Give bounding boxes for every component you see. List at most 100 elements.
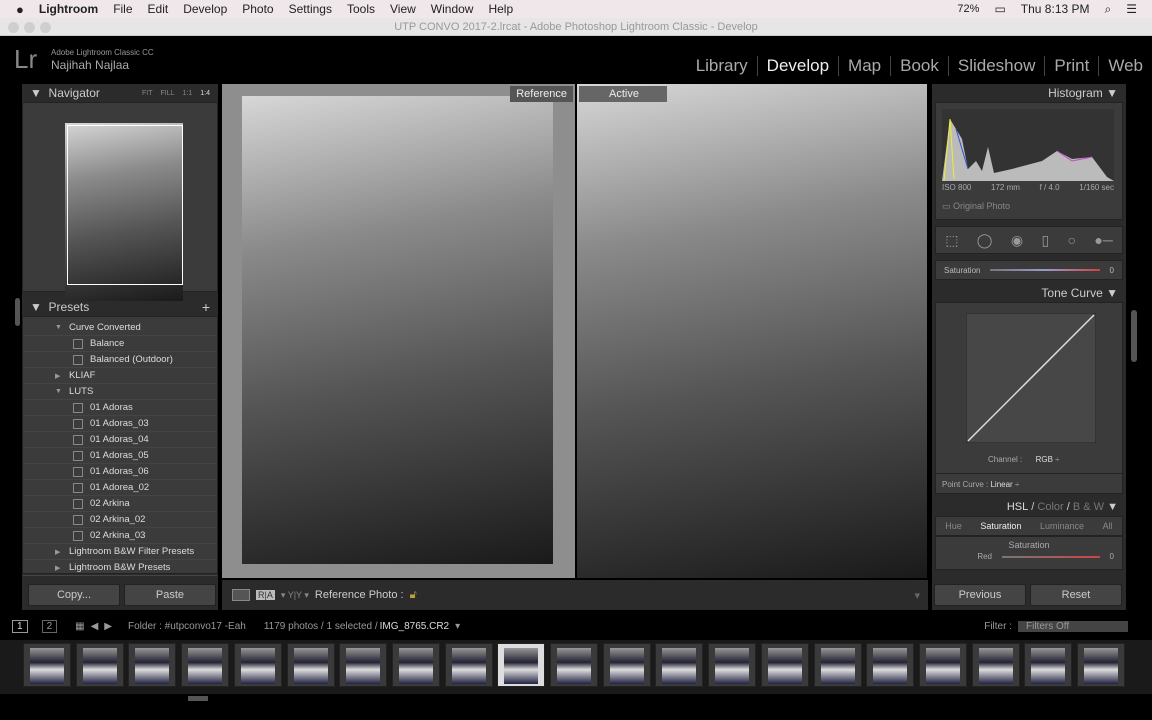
module-library[interactable]: Library	[687, 56, 757, 76]
preset-folder[interactable]: ▶ KLIAF	[23, 368, 217, 384]
right-panel-scrollbar[interactable]	[1131, 310, 1137, 362]
module-book[interactable]: Book	[890, 56, 948, 76]
filmstrip-thumbnail[interactable]	[339, 643, 388, 687]
disclosure-closed-icon[interactable]: ▶	[55, 548, 69, 556]
navigator-preview[interactable]	[22, 102, 218, 301]
hsl-red-slider[interactable]	[1002, 555, 1100, 558]
filmstrip-thumbnail[interactable]	[918, 643, 967, 687]
hsl-tab[interactable]: HSL	[1007, 501, 1028, 513]
menu-settings[interactable]: Settings	[289, 2, 332, 16]
filmstrip-scrollbar[interactable]	[188, 696, 208, 701]
zoom-1-4[interactable]: 1:4	[200, 90, 210, 97]
preset-item[interactable]: 02 Arkina_03	[23, 528, 217, 544]
filmstrip-thumbnail[interactable]	[444, 643, 493, 687]
zoom-fit[interactable]: FIT	[142, 90, 153, 97]
preset-item[interactable]: 01 Adorea_02	[23, 480, 217, 496]
preset-folder[interactable]: ▼ LUTS	[23, 384, 217, 400]
close-button[interactable]	[8, 22, 19, 33]
menu-develop[interactable]: Develop	[183, 2, 227, 16]
forward-arrow-icon[interactable]: ▶	[104, 621, 112, 632]
preset-folder[interactable]: ▶ Lightroom B&W Presets	[23, 560, 217, 576]
filmstrip-thumbnail[interactable]	[233, 643, 282, 687]
hsl-tab-saturation[interactable]: Saturation	[980, 521, 1021, 531]
filter-select[interactable]: Filters Off	[1018, 620, 1128, 632]
preset-item[interactable]: 01 Adoras	[23, 400, 217, 416]
module-web[interactable]: Web	[1098, 56, 1152, 76]
filmstrip-thumbnail[interactable]	[23, 643, 71, 687]
module-print[interactable]: Print	[1044, 56, 1098, 76]
histogram[interactable]: ISO 800 172 mm f / 4.0 1/160 sec ▭ Original…	[935, 102, 1123, 220]
filmstrip-thumbnail[interactable]	[75, 643, 124, 687]
menu-photo[interactable]: Photo	[242, 2, 273, 16]
preset-item[interactable]: 01 Adoras_06	[23, 464, 217, 480]
filmstrip-thumbnail[interactable]	[286, 643, 335, 687]
preset-folder[interactable]: ▶ Lightroom B&W Filter Presets	[23, 544, 217, 560]
zoom-button[interactable]	[40, 22, 51, 33]
filmstrip-thumbnail[interactable]	[1024, 643, 1073, 687]
preset-item[interactable]: 02 Arkina_02	[23, 512, 217, 528]
clock[interactable]: Thu 8:13 PM	[1021, 2, 1090, 16]
preset-item[interactable]: 01 Adoras_04	[23, 432, 217, 448]
red-eye-icon[interactable]: ◉	[1011, 232, 1023, 249]
filmstrip-thumbnail[interactable]	[128, 643, 177, 687]
filmstrip-thumbnail[interactable]	[708, 643, 757, 687]
hsl-tab-all[interactable]: All	[1103, 521, 1113, 531]
menu-view[interactable]: View	[390, 2, 416, 16]
bw-tab[interactable]: B & W	[1073, 501, 1104, 513]
preset-item[interactable]: Balanced (Outdoor)	[23, 352, 217, 368]
toolbar-menu-icon[interactable]: ▾	[914, 589, 920, 602]
filmstrip-thumbnail[interactable]	[497, 643, 546, 687]
filmstrip-thumbnail[interactable]	[655, 643, 704, 687]
preset-item[interactable]: 01 Adoras_05	[23, 448, 217, 464]
screen-1-button[interactable]: 1	[12, 619, 28, 633]
filmstrip-thumbnail[interactable]	[550, 643, 598, 687]
zoom-1-1[interactable]: 1:1	[183, 90, 193, 97]
screen-2-button[interactable]: 2	[41, 619, 58, 633]
active-view[interactable]: Active	[577, 84, 927, 578]
before-after-icon[interactable]: ▾ Y|Y ▾	[281, 590, 309, 601]
back-arrow-icon[interactable]: ◀	[91, 621, 99, 632]
crop-tool-icon[interactable]: ⬚	[945, 232, 958, 249]
point-curve-select[interactable]: Linear	[990, 480, 1012, 489]
saturation-slider[interactable]	[990, 269, 1100, 271]
navigator-header[interactable]: ▼ Navigator FIT FILL 1:1 1:4	[22, 84, 218, 102]
folder-source[interactable]: Folder : #utpconvo17 -Eah	[128, 621, 246, 632]
disclosure-closed-icon[interactable]: ▶	[55, 372, 69, 380]
disclosure-open-icon[interactable]: ▼	[55, 324, 69, 331]
filmstrip-thumbnail[interactable]	[1077, 643, 1125, 687]
filmstrip-thumbnail[interactable]	[813, 643, 862, 687]
menu-file[interactable]: File	[113, 2, 132, 16]
histogram-header[interactable]: Histogram ▼	[932, 84, 1126, 102]
filmstrip-thumbnail[interactable]	[760, 643, 809, 687]
menu-tools[interactable]: Tools	[347, 2, 375, 16]
previous-button[interactable]: Previous	[934, 584, 1026, 606]
tone-curve-header[interactable]: Tone Curve ▼	[932, 284, 1126, 302]
graduated-filter-icon[interactable]: ▯	[1041, 232, 1049, 249]
radial-filter-icon[interactable]: ○	[1068, 232, 1076, 248]
spotlight-icon[interactable]: ⌕	[1105, 2, 1112, 17]
filmstrip-thumbnail[interactable]	[602, 643, 651, 687]
filmstrip-thumbnail[interactable]	[391, 643, 440, 687]
module-develop[interactable]: Develop	[756, 56, 838, 76]
color-tab[interactable]: Color	[1037, 501, 1063, 513]
filmstrip-thumbnail[interactable]	[866, 643, 915, 687]
left-panel-scrollbar[interactable]	[15, 298, 20, 326]
menu-list-icon[interactable]: ☰	[1126, 2, 1137, 16]
disclosure-closed-icon[interactable]: ▶	[55, 564, 69, 572]
module-map[interactable]: Map	[838, 56, 890, 76]
filmstrip-thumbnail[interactable]	[181, 643, 230, 687]
preset-folder[interactable]: ▼ Curve Converted	[23, 320, 217, 336]
add-preset-button[interactable]: +	[202, 299, 210, 315]
paste-button[interactable]: Paste	[124, 584, 216, 606]
menu-window[interactable]: Window	[431, 2, 474, 16]
disclosure-open-icon[interactable]: ▼	[55, 388, 69, 395]
grid-icon[interactable]: ▦	[75, 621, 84, 632]
copy-button[interactable]: Copy...	[28, 584, 120, 606]
loupe-view-icon[interactable]	[232, 589, 250, 601]
selected-filename[interactable]: IMG_8765.CR2	[380, 621, 449, 632]
menu-edit[interactable]: Edit	[148, 2, 169, 16]
reference-view[interactable]: Reference	[222, 84, 575, 578]
filmstrip-thumbnail[interactable]	[971, 643, 1020, 687]
menu-help[interactable]: Help	[488, 2, 513, 16]
minimize-button[interactable]	[24, 22, 35, 33]
